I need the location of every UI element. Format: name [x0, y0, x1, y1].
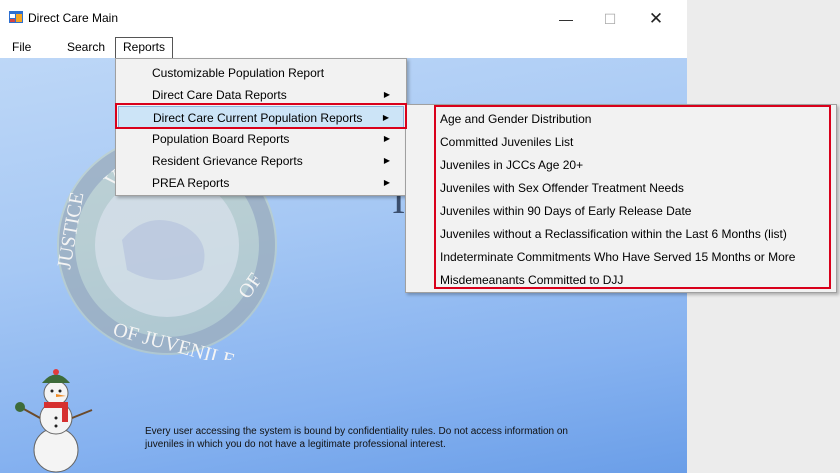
menu-reports[interactable]: Reports: [115, 37, 174, 58]
submenu-arrow-icon: ▶: [383, 134, 390, 143]
menu-item-resident-grievance-reports[interactable]: Resident Grievance Reports ▶: [118, 150, 404, 172]
menu-item-label: Population Board Reports: [152, 132, 290, 146]
close-button[interactable]: ✕: [641, 8, 671, 30]
menu-item-population-board-reports[interactable]: Population Board Reports ▶: [118, 128, 404, 150]
maximize-button[interactable]: ☐: [595, 8, 625, 30]
app-icon: [9, 11, 23, 23]
menu-item-prea-reports[interactable]: PREA Reports ▶: [118, 172, 404, 194]
minimize-button[interactable]: —: [551, 8, 581, 30]
menu-item-label: Direct Care Data Reports: [152, 88, 287, 102]
menu-item-label: Customizable Population Report: [152, 66, 325, 80]
menu-item-label: Resident Grievance Reports: [152, 154, 303, 168]
menu-search[interactable]: Search: [60, 36, 112, 58]
confidentiality-notice: Every user accessing the system is bound…: [145, 426, 568, 450]
menu-file[interactable]: File: [5, 36, 38, 58]
menu-item-customizable-population-report[interactable]: Customizable Population Report: [118, 62, 404, 84]
snowman-icon: [15, 369, 93, 473]
window-title: Direct Care Main: [28, 11, 119, 25]
submenu-arrow-icon: ▶: [383, 178, 390, 187]
annotation-submenu-box: [434, 105, 831, 289]
submenu-arrow-icon: ▶: [383, 156, 390, 165]
title-bar[interactable]: Direct Care Main — ☐ ✕: [0, 0, 687, 36]
menu-item-label: PREA Reports: [152, 176, 230, 190]
annotation-highlight-box: [115, 103, 407, 129]
menu-bar: File Search Reports: [0, 36, 687, 58]
